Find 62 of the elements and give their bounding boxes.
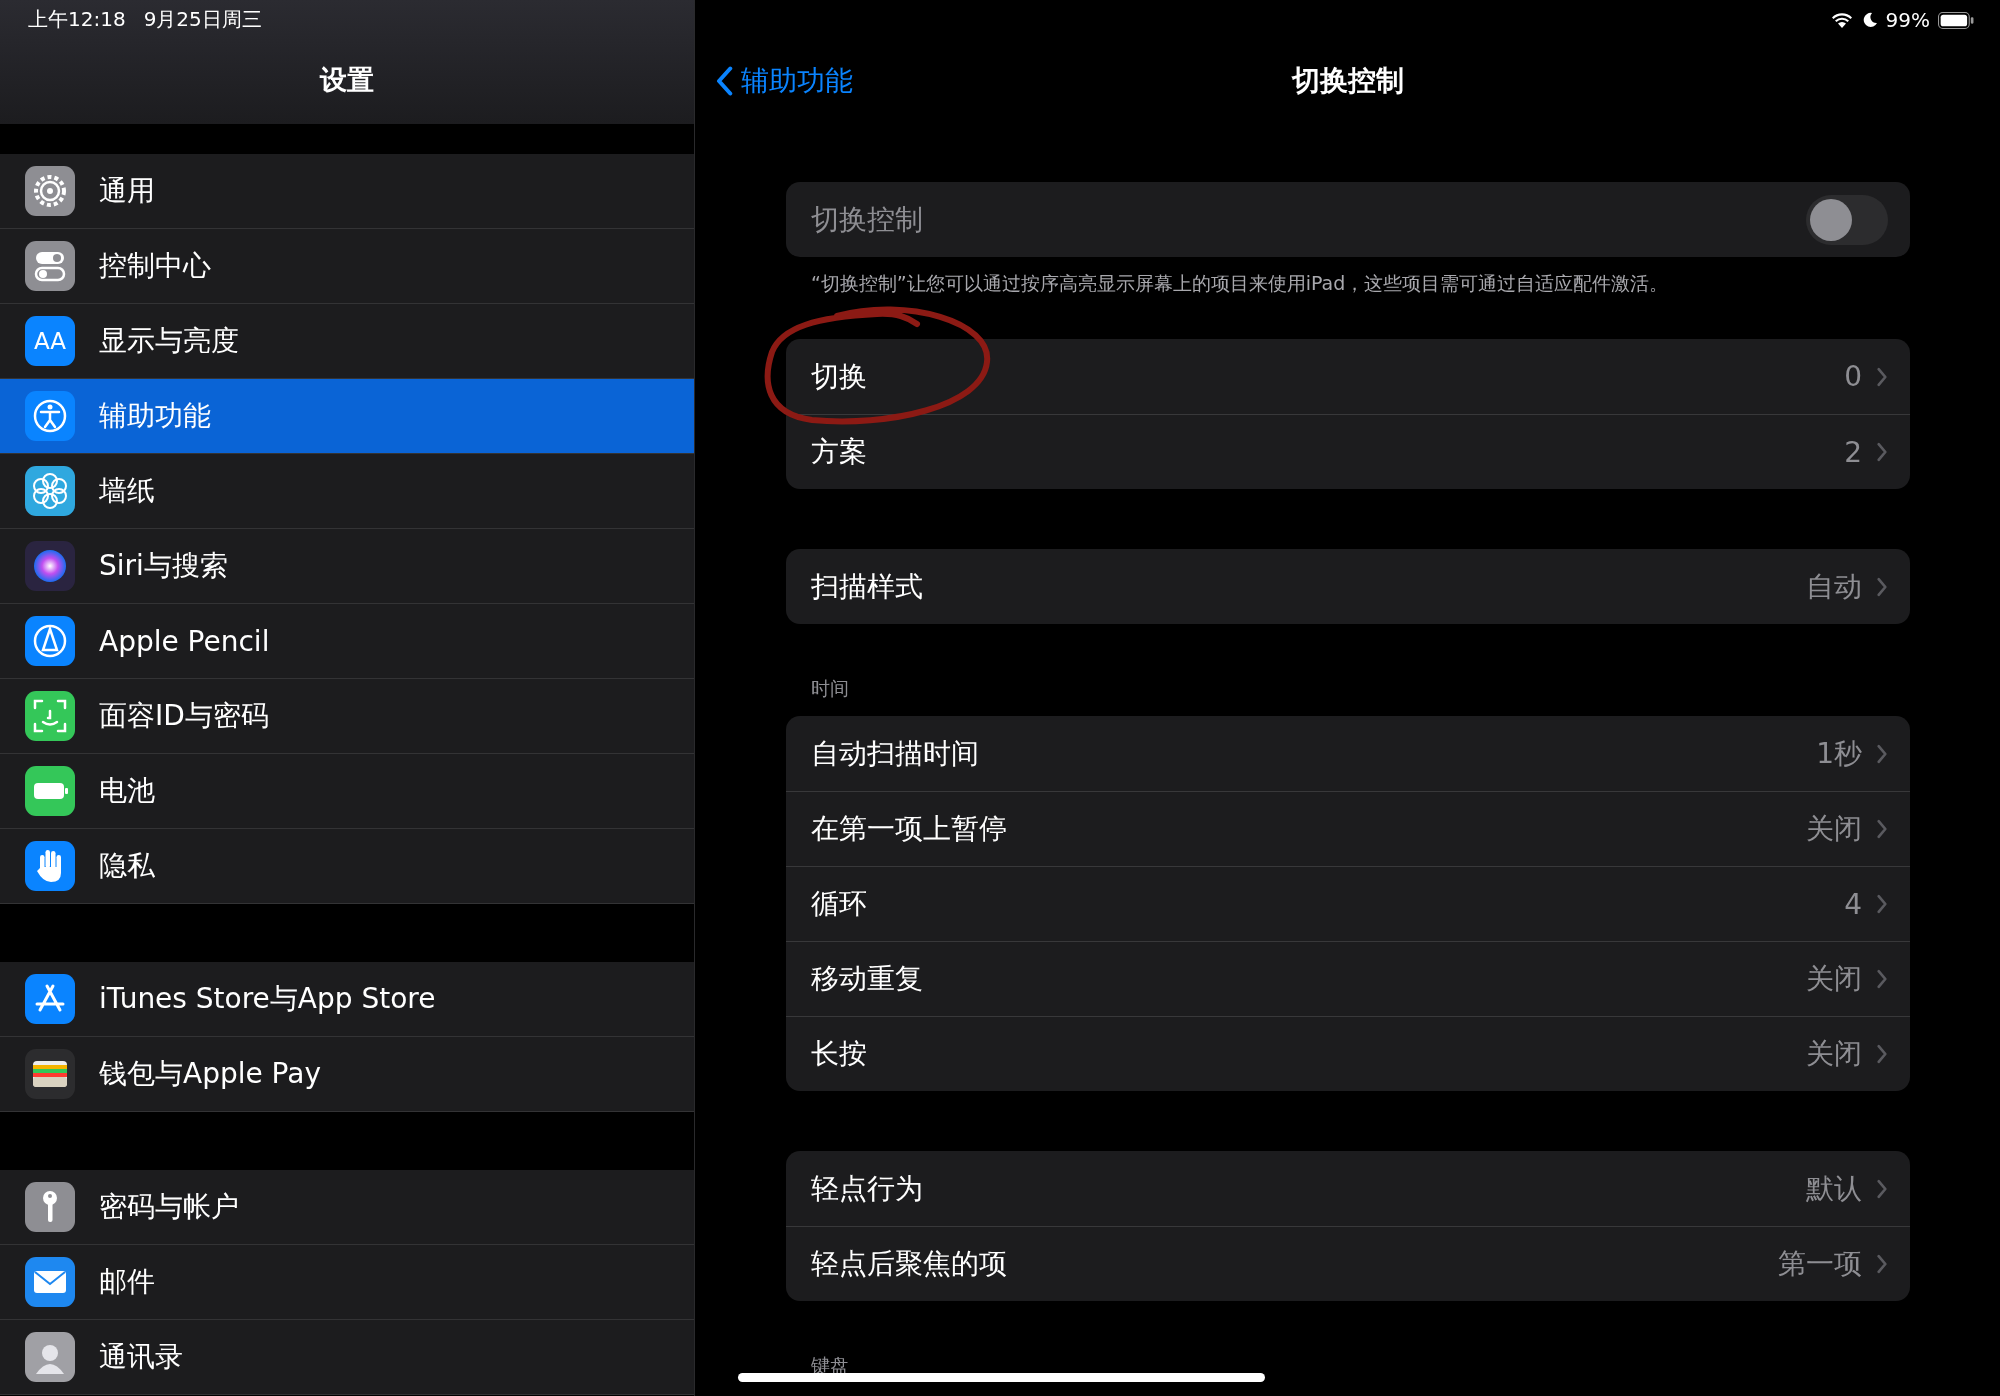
chevron-icon bbox=[1876, 442, 1888, 462]
hand-icon bbox=[25, 841, 75, 891]
wallet-icon bbox=[25, 1049, 75, 1099]
chevron-icon bbox=[1876, 819, 1888, 839]
mail-icon bbox=[25, 1257, 75, 1307]
setting-row[interactable]: 自动扫描时间 1秒 bbox=[786, 716, 1910, 791]
accessibility-icon bbox=[25, 391, 75, 441]
sidebar-item[interactable]: 面容ID与密码 bbox=[0, 679, 694, 754]
setting-row[interactable]: 循环 4 bbox=[786, 866, 1910, 941]
setting-row[interactable]: 切换 0 bbox=[786, 339, 1910, 414]
sidebar-item[interactable]: 通用 bbox=[0, 154, 694, 229]
key-icon bbox=[25, 1182, 75, 1232]
battery-percent: 99% bbox=[1885, 8, 1930, 32]
app-store-icon bbox=[25, 974, 75, 1024]
flower-icon bbox=[25, 466, 75, 516]
contacts-icon bbox=[25, 1332, 75, 1382]
sidebar-item[interactable]: Apple Pencil bbox=[0, 604, 694, 679]
chevron-icon bbox=[1876, 969, 1888, 989]
back-link[interactable]: 辅助功能 bbox=[715, 62, 853, 100]
status-date: 9月25日周三 bbox=[143, 6, 262, 33]
pencil-icon bbox=[25, 616, 75, 666]
sidebar-item[interactable]: Siri与搜索 bbox=[0, 529, 694, 604]
battery-icon bbox=[25, 766, 75, 816]
chevron-icon bbox=[1876, 894, 1888, 914]
chevron-icon bbox=[1876, 1254, 1888, 1274]
setting-row[interactable]: 扫描样式 自动 bbox=[786, 549, 1910, 624]
sidebar-item[interactable]: 控制中心 bbox=[0, 229, 694, 304]
chevron-icon bbox=[1876, 366, 1888, 387]
sidebar-item[interactable]: iTunes Store与App Store bbox=[0, 962, 694, 1037]
gear-icon bbox=[25, 166, 75, 216]
orb-icon bbox=[25, 541, 75, 591]
setting-row[interactable]: 在第一项上暂停 关闭 bbox=[786, 791, 1910, 866]
chevron-icon bbox=[1876, 576, 1888, 597]
section-header: 时间 bbox=[810, 676, 850, 701]
sidebar-item[interactable]: 墙纸 bbox=[0, 454, 694, 529]
setting-row[interactable]: 轻点行为 默认 bbox=[786, 1151, 1910, 1226]
chevron-icon bbox=[1876, 1044, 1888, 1064]
moon-icon bbox=[1861, 12, 1878, 28]
sidebar-item[interactable]: 电池 bbox=[0, 754, 694, 829]
back-chevron-icon bbox=[715, 66, 733, 96]
sidebar-item[interactable]: 隐私 bbox=[0, 829, 694, 904]
setting-row[interactable]: 长按 关闭 bbox=[786, 1016, 1910, 1091]
page-title: 切换控制 bbox=[1291, 64, 1404, 97]
wifi-icon bbox=[1829, 11, 1854, 29]
setting-row[interactable]: 方案 2 bbox=[786, 414, 1910, 489]
sidebar-item[interactable]: 辅助功能 bbox=[0, 379, 694, 454]
text-size-icon: AA bbox=[25, 316, 75, 366]
setting-row[interactable]: 轻点后聚焦的项 第一项 bbox=[786, 1226, 1910, 1301]
section-footer: “切换控制”让您可以通过按序高亮显示屏幕上的项目来使用iPad，这些项目需可通过自适应配件激活。 bbox=[786, 257, 1910, 297]
chevron-icon bbox=[1876, 1178, 1888, 1199]
setting-row[interactable]: 移动重复 关闭 bbox=[786, 941, 1910, 1016]
status-time: 上午12:18 bbox=[28, 6, 126, 33]
sidebar-title: 设置 bbox=[318, 63, 375, 97]
setting-label: 切换控制 bbox=[811, 201, 924, 238]
sidebar-item[interactable]: 通讯录 bbox=[0, 1320, 694, 1395]
battery-icon bbox=[1938, 11, 1974, 29]
face-scan-icon bbox=[25, 691, 75, 741]
chevron-icon bbox=[1876, 743, 1888, 764]
sidebar-item[interactable]: 钱包与Apple Pay bbox=[0, 1037, 694, 1112]
sidebar-item[interactable]: 邮件 bbox=[0, 1245, 694, 1320]
sidebar-item[interactable]: 密码与帐户 bbox=[0, 1170, 694, 1245]
switches-icon bbox=[25, 241, 75, 291]
